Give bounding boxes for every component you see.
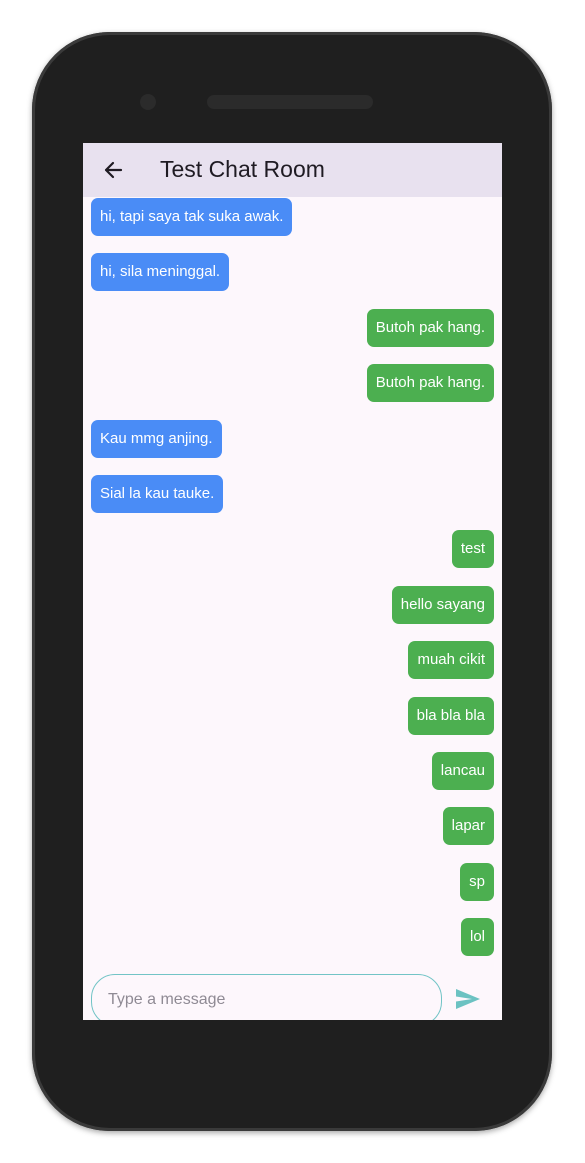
sent-message-bubble[interactable]: sp: [460, 863, 494, 901]
page-title: Test Chat Room: [160, 156, 325, 182]
message-row: sp: [91, 863, 494, 901]
sent-message-bubble[interactable]: lancau: [431, 752, 494, 790]
message-row: Sial la kau tauke.: [91, 475, 494, 513]
sent-message-bubble[interactable]: lol: [460, 918, 494, 956]
received-message-bubble[interactable]: hi, tapi saya tak suka awak.: [91, 198, 293, 236]
message-row: Butoh pak hang.: [91, 309, 494, 347]
sent-message-bubble[interactable]: Butoh pak hang.: [366, 309, 494, 347]
received-message-bubble[interactable]: Sial la kau tauke.: [91, 475, 224, 513]
message-row: hello sayang: [91, 586, 494, 624]
sent-message-bubble[interactable]: hello sayang: [391, 586, 494, 624]
received-message-bubble[interactable]: Kau mmg anjing.: [91, 420, 222, 458]
back-button[interactable]: [95, 152, 131, 188]
message-row: hi, sila meninggal.: [91, 253, 494, 291]
send-button[interactable]: [453, 985, 483, 1013]
sent-message-bubble[interactable]: muah cikit: [408, 641, 494, 679]
message-row: hi, tapi saya tak suka awak.: [91, 198, 494, 236]
sent-message-bubble[interactable]: test: [451, 530, 494, 568]
message-row: muah cikit: [91, 641, 494, 679]
message-input[interactable]: [91, 974, 442, 1020]
message-composer: [83, 967, 502, 1020]
message-row: Butoh pak hang.: [91, 364, 494, 402]
message-row: bla bla bla: [91, 697, 494, 735]
front-camera: [140, 94, 156, 110]
sent-message-bubble[interactable]: Butoh pak hang.: [366, 364, 494, 402]
received-message-bubble[interactable]: hi, sila meninggal.: [91, 253, 230, 291]
message-row: test: [91, 530, 494, 568]
app-screen: Test Chat Room hi, tapi saya tak suka aw…: [83, 143, 502, 1020]
app-bar: Test Chat Room: [83, 143, 502, 197]
send-icon: [456, 989, 480, 1009]
message-row: lol: [91, 918, 494, 956]
message-row: Kau mmg anjing.: [91, 420, 494, 458]
sent-message-bubble[interactable]: lapar: [442, 807, 494, 845]
message-row: lapar: [91, 807, 494, 845]
arrow-back-icon: [104, 161, 123, 179]
message-list[interactable]: hi, tapi saya tak suka awak. hi, sila men…: [83, 197, 502, 967]
earpiece-speaker: [207, 95, 373, 109]
sent-message-bubble[interactable]: bla bla bla: [407, 697, 494, 735]
message-row: lancau: [91, 752, 494, 790]
